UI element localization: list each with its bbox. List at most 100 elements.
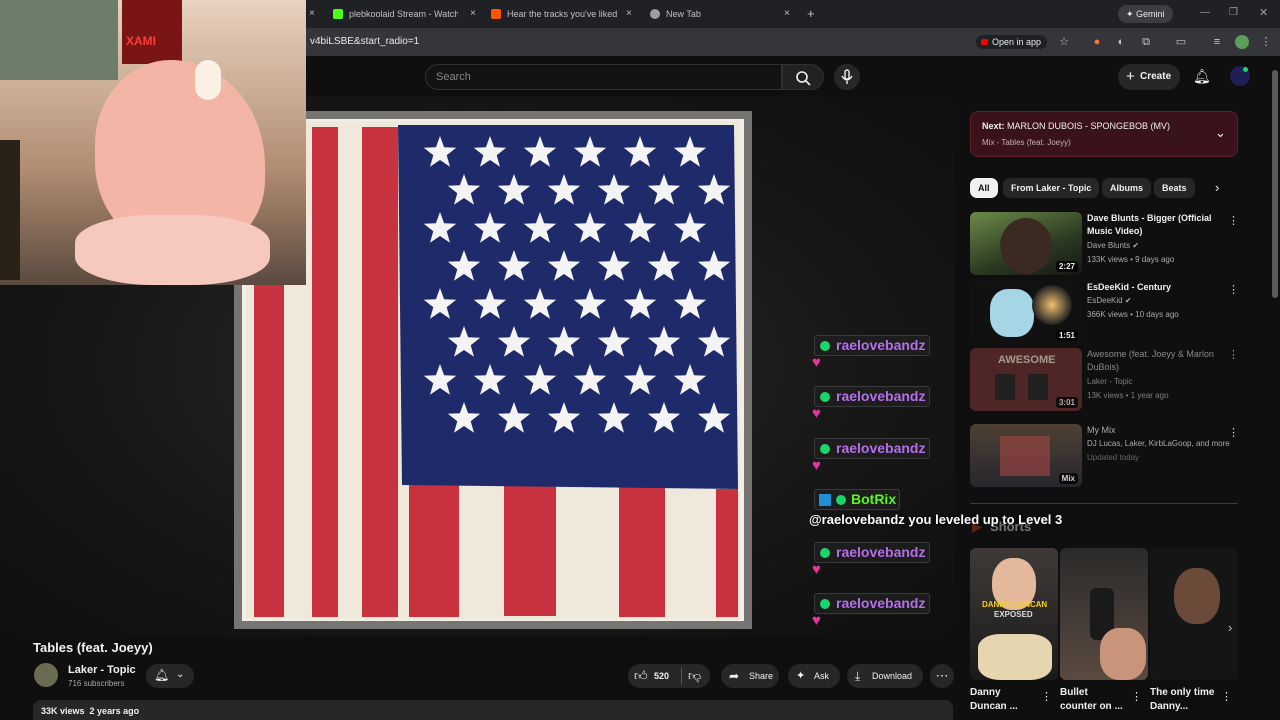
search-button[interactable] (782, 64, 824, 90)
like-icon[interactable]: 👍︎ (634, 664, 648, 688)
rec-title[interactable]: My Mix (1087, 424, 1227, 437)
chip-albums[interactable]: Albums (1102, 178, 1152, 198)
chat-username: raelovebandz (836, 544, 926, 560)
chat-username-badge: raelovebandz (814, 335, 930, 356)
short-title[interactable]: Danny Duncan ... (970, 686, 1036, 714)
restore-icon[interactable]: ❐ (1229, 7, 1238, 18)
rec-title[interactable]: Dave Blunts - Bigger (Official Music Vid… (1087, 212, 1227, 238)
open-in-app-button[interactable]: Open in app (976, 35, 1048, 49)
online-dot-icon (1243, 67, 1248, 72)
more-options-icon[interactable]: ⋮ (1221, 690, 1232, 703)
video-thumbnail[interactable]: 2:27 (970, 212, 1082, 275)
close-window-icon[interactable]: ✕ (1259, 6, 1268, 19)
chat-username: raelovebandz (836, 337, 926, 353)
short-title[interactable]: Bullet counter on ... (1060, 686, 1126, 714)
recommendation-item[interactable]: 2:27 Dave Blunts - Bigger (Official Musi… (970, 212, 1240, 276)
more-options-icon[interactable]: ⋮ (1131, 690, 1142, 703)
heart-emote-icon: ♥ (812, 457, 821, 474)
more-options-icon[interactable]: ⋮ (1228, 426, 1239, 439)
verified-icon: ✔ (1124, 296, 1132, 305)
more-options-icon[interactable]: ⋮ (1228, 283, 1239, 296)
chip-beats[interactable]: Beats (1154, 178, 1195, 198)
tab-close-icon[interactable]: × (470, 8, 476, 19)
bookmark-star-icon[interactable]: ☆ (1057, 35, 1071, 49)
url-text[interactable]: v4biLSBE&start_radio=1 (310, 36, 419, 47)
chrome-favicon-icon (650, 9, 660, 19)
create-button[interactable]: Create (1118, 64, 1180, 90)
rec-title[interactable]: Awesome (feat. Joeyy & Marlon DuBois) (1087, 348, 1227, 374)
up-next-card[interactable]: Next: MARLON DUBOIS - SPONGEBOB (MV) Mix… (970, 111, 1238, 157)
chevron-down-icon[interactable]: ⌄ (1215, 125, 1226, 141)
voice-search-button[interactable] (834, 64, 860, 90)
extension-icon[interactable]: ◐ (1114, 35, 1128, 49)
pink-figure-base (75, 215, 270, 285)
profile-avatar-icon[interactable] (1235, 35, 1249, 49)
minimize-icon[interactable]: — (1200, 7, 1210, 18)
kebab-menu-icon[interactable]: ⋮ (1259, 35, 1273, 49)
more-options-icon[interactable]: ⋮ (1041, 690, 1052, 703)
chat-bot-username: BotRix (851, 491, 897, 507)
chat-username-badge: raelovebandz (814, 438, 930, 459)
more-actions-button[interactable]: ⋯ (930, 664, 954, 688)
duration-badge: 1:51 (1055, 330, 1078, 341)
recommendation-item[interactable]: AWESOME 3:01 Awesome (feat. Joeyy & Marl… (970, 348, 1240, 412)
bell-icon: 🔔︎ (154, 668, 170, 682)
divider (681, 668, 682, 684)
american-flag-image (226, 103, 760, 637)
like-count[interactable]: 520 (654, 664, 669, 688)
extension-icon[interactable]: ● (1090, 35, 1104, 49)
description-box[interactable]: 33K views 2 years ago (33, 700, 953, 720)
video-thumbnail[interactable]: AWESOME 3:01 (970, 348, 1082, 411)
tab-new-tab[interactable]: New Tab (650, 4, 750, 24)
thumbnail-figures (1000, 436, 1050, 476)
chat-username-badge: raelovebandz (814, 542, 930, 563)
page-scrollbar[interactable] (1272, 70, 1278, 298)
search-input[interactable]: Search (425, 64, 782, 90)
poster-image: XAMI (122, 0, 182, 64)
chip-from-laker-topic[interactable]: From Laker - Topic (1003, 178, 1100, 198)
new-tab-plus-icon[interactable]: + (807, 6, 815, 21)
puzzle-extensions-icon[interactable]: ⧉ (1139, 35, 1153, 49)
search-icon (796, 71, 811, 86)
poster-text: XAMI (126, 34, 156, 48)
channel-avatar[interactable] (34, 663, 58, 687)
mix-thumbnail[interactable]: Mix (970, 424, 1082, 487)
tab-close-icon[interactable]: × (309, 8, 315, 19)
short-thumbnail[interactable] (1060, 548, 1148, 680)
ask-button[interactable]: ✦ Ask (788, 664, 840, 688)
cast-icon[interactable]: ▭ (1174, 35, 1188, 49)
short-title[interactable]: The only time Danny... (1150, 686, 1216, 714)
gemini-button[interactable]: ✦ Gemini (1118, 5, 1173, 23)
album-art-flag (226, 103, 760, 637)
short-thumbnail[interactable]: › (1150, 548, 1238, 680)
tab-close-icon[interactable]: × (784, 8, 790, 19)
dislike-icon[interactable]: 👎︎ (688, 664, 701, 688)
chevron-right-icon[interactable]: › (1215, 180, 1219, 195)
chip-all[interactable]: All (970, 178, 998, 198)
next-label: Next: (982, 121, 1005, 131)
tab-title: Hear the tracks you've liked: on... (507, 9, 618, 19)
channel-name[interactable]: Laker - Topic (68, 664, 136, 676)
rec-channel[interactable]: Laker - Topic (1087, 377, 1133, 386)
rec-channel[interactable]: EsDeeKid ✔ (1087, 296, 1132, 305)
share-arrow-icon: ➦ (729, 669, 740, 683)
notifications-bell-icon[interactable]: 🔔︎ (1193, 68, 1211, 85)
more-options-icon[interactable]: ⋮ (1228, 348, 1239, 361)
rec-channel[interactable]: DJ Lucas, Laker, KirbLaGoop, and more (1087, 439, 1237, 448)
rec-title[interactable]: EsDeeKid - Century (1087, 281, 1227, 294)
more-options-icon[interactable]: ⋮ (1228, 214, 1239, 227)
tab-soundcloud[interactable]: Hear the tracks you've liked: on... (491, 4, 618, 24)
tab-kick-stream[interactable]: plebkoolaid Stream - Watch Li... (333, 4, 458, 24)
share-button[interactable]: ➦ Share (721, 664, 779, 688)
media-controls-icon[interactable]: ≡ (1210, 35, 1224, 49)
download-button[interactable]: ⤓ Download (847, 664, 923, 688)
rec-channel[interactable]: Dave Blunts ✔ (1087, 241, 1139, 250)
tab-close-icon[interactable]: × (626, 8, 632, 19)
chevron-right-icon[interactable]: › (1228, 620, 1232, 635)
heart-emote-icon: ♥ (812, 405, 821, 422)
short-thumbnail[interactable]: DANNY DUNCAN EXPOSED (970, 548, 1058, 680)
recommendation-item[interactable]: 1:51 EsDeeKid - Century EsDeeKid ✔ 366K … (970, 281, 1240, 345)
subscribed-bell-button[interactable]: 🔔︎ ⌄ (146, 664, 194, 688)
recommendation-item[interactable]: Mix My Mix DJ Lucas, Laker, KirbLaGoop, … (970, 424, 1240, 488)
video-thumbnail[interactable]: 1:51 (970, 281, 1082, 344)
